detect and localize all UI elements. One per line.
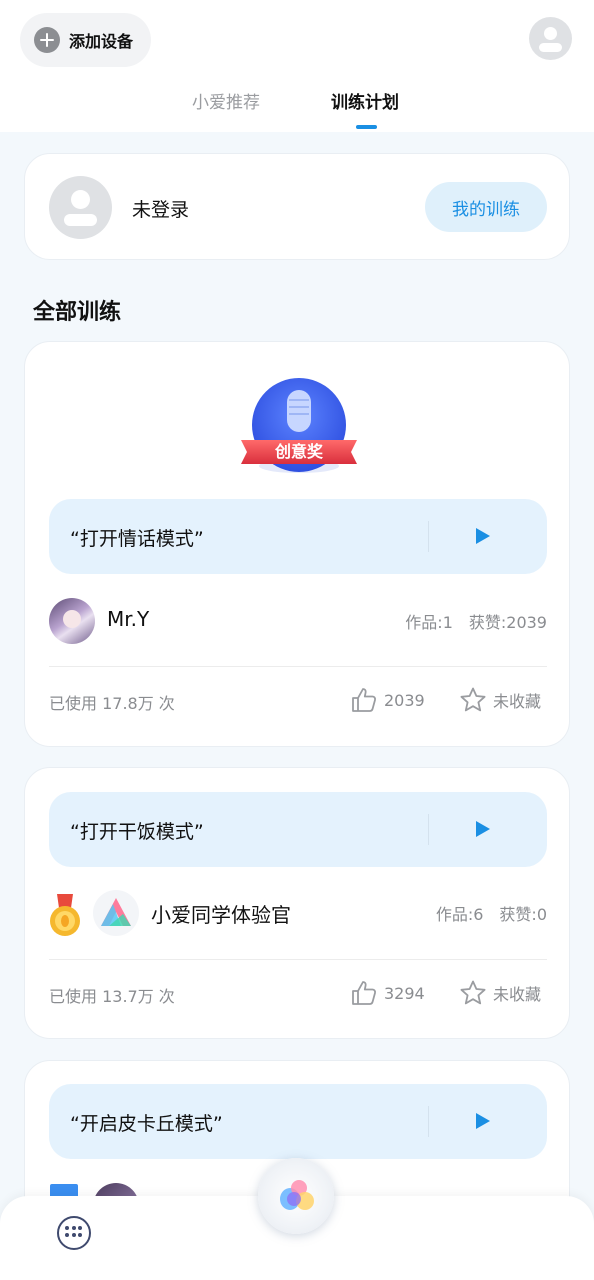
phrase-bar[interactable]: “打开干饭模式”	[49, 792, 547, 867]
user-avatar-button[interactable]	[529, 17, 572, 60]
login-card: 未登录 我的训练	[24, 153, 570, 260]
phrase-text: “打开干饭模式”	[70, 821, 204, 843]
author-row: 小爱同学体验官 作品:6 获赞:0	[49, 890, 547, 936]
phrase-bar[interactable]: “开启皮卡丘模式”	[49, 1084, 547, 1159]
usage-count: 已使用 13.7万 次	[49, 987, 175, 1006]
phrase-text: “开启皮卡丘模式”	[70, 1113, 223, 1135]
user-avatar-icon	[529, 17, 572, 60]
divider	[49, 666, 547, 667]
top-bar: 添加设备 小爱推荐 训练计划	[0, 0, 594, 132]
login-avatar[interactable]	[49, 176, 112, 239]
play-icon[interactable]	[476, 528, 490, 544]
likes-received: 获赞:0	[499, 905, 547, 924]
gold-medal-icon	[50, 894, 80, 936]
divider	[428, 1106, 429, 1137]
grid-menu-icon[interactable]	[57, 1216, 91, 1250]
phrase-text: “打开情话模式”	[70, 528, 204, 550]
play-icon[interactable]	[476, 821, 490, 837]
author-row: Mr.Y 作品:1 获赞:2039	[49, 598, 547, 644]
favorite-button[interactable]: 未收藏	[459, 686, 541, 714]
usage-count: 已使用 17.8万 次	[49, 694, 175, 713]
tab-training-plan[interactable]: 训练计划	[331, 88, 399, 113]
section-title: 全部训练	[33, 300, 122, 325]
plus-circle-icon	[34, 27, 60, 53]
works-count: 作品:6	[435, 905, 484, 924]
favorite-label: 未收藏	[493, 985, 542, 1004]
favorite-button[interactable]: 未收藏	[459, 979, 541, 1007]
like-count: 2039	[384, 690, 425, 710]
divider	[428, 814, 429, 845]
favorite-label: 未收藏	[493, 692, 542, 711]
thumbs-up-icon	[352, 981, 377, 1005]
play-icon[interactable]	[476, 1113, 490, 1129]
xiaoai-assistant-icon[interactable]	[258, 1158, 334, 1234]
star-icon	[460, 687, 486, 712]
divider	[428, 521, 429, 552]
like-button[interactable]: 3294	[350, 979, 425, 1007]
tab-bar: 小爱推荐 训练计划	[0, 88, 594, 129]
my-training-button[interactable]: 我的训练	[425, 182, 547, 232]
like-count: 3294	[384, 983, 425, 1003]
author-avatar[interactable]	[49, 598, 95, 644]
training-card[interactable]: 创意奖 “打开情话模式” Mr.Y 作品:1 获赞:2039 已使用 17.8万 …	[24, 341, 570, 747]
user-avatar-icon	[49, 176, 112, 239]
training-card[interactable]: “打开干饭模式” 小爱同学体验官 作品:6 获赞:0 已使用 13.7万 次 3…	[24, 767, 570, 1039]
author-stats: 作品:1 获赞:2039	[405, 609, 547, 633]
stats-row: 已使用 13.7万 次 3294 未收藏	[49, 979, 547, 1007]
author-name[interactable]: Mr.Y	[107, 607, 149, 631]
badge-label: 创意奖	[274, 442, 323, 461]
tab-xiaoai-recommend[interactable]: 小爱推荐	[192, 88, 260, 113]
creative-award-badge: 创意奖	[239, 378, 359, 478]
add-device-button[interactable]: 添加设备	[20, 13, 151, 67]
author-name[interactable]: 小爱同学体验官	[151, 899, 291, 928]
star-icon	[460, 980, 486, 1005]
xiaoai-logo-icon	[101, 898, 131, 926]
likes-received: 获赞:2039	[468, 613, 547, 632]
divider	[49, 959, 547, 960]
author-stats: 作品:6 获赞:0	[436, 901, 547, 925]
xiaoai-logo-avatar[interactable]	[93, 890, 139, 936]
phrase-bar[interactable]: “打开情话模式”	[49, 499, 547, 574]
thumbs-up-icon	[352, 688, 377, 712]
like-button[interactable]: 2039	[350, 686, 425, 714]
works-count: 作品:1	[405, 613, 453, 632]
add-device-label: 添加设备	[69, 32, 134, 51]
stats-row: 已使用 17.8万 次 2039 未收藏	[49, 686, 547, 714]
active-tab-indicator	[356, 125, 377, 129]
login-status[interactable]: 未登录	[132, 195, 189, 222]
